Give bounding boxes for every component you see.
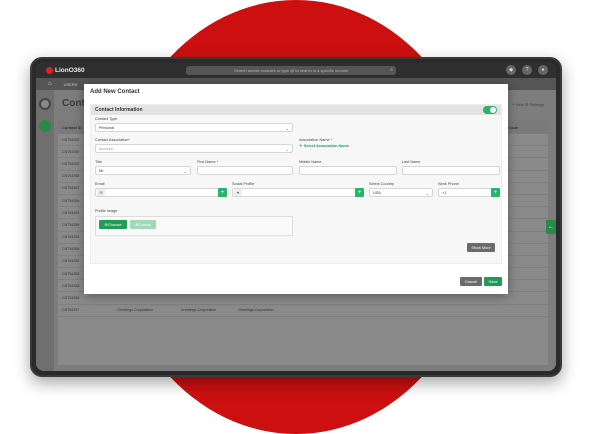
help-icon[interactable]: ? [522, 65, 532, 75]
profile-image-upload: ⊕ Choose ⊗ Cancel [95, 216, 293, 236]
email-input[interactable]: ✉ + [95, 188, 227, 197]
app-logo: LionO360 [46, 67, 85, 74]
social-profile-label: Social Profile [232, 182, 255, 186]
cancel-image-button[interactable]: ⊗ Cancel [130, 220, 156, 229]
nav-item-users[interactable]: USERS [64, 82, 78, 87]
chevron-down-icon: ⌄ [425, 190, 429, 196]
logo-icon [46, 67, 53, 74]
arrow-left-icon[interactable]: ← [546, 220, 556, 234]
section-header[interactable]: Contact Information [91, 105, 501, 115]
add-social-profile-button[interactable]: + [355, 188, 364, 197]
middle-name-input[interactable] [299, 166, 397, 175]
page-actions[interactable]: + New ⚙ Settings [512, 102, 544, 107]
table-row[interactable]: CNT54357 Greetings Corporation Greetings… [58, 305, 548, 317]
title-label: Title [95, 160, 103, 164]
country-select[interactable]: USA ⌄ [369, 188, 433, 197]
add-work-phone-button[interactable]: + [491, 188, 500, 197]
social-icon: ♥ [234, 189, 242, 196]
chevron-down-icon: ⌄ [183, 168, 187, 174]
add-email-button[interactable]: + [218, 188, 227, 197]
topbar-icons: ◆ ? ● [506, 65, 548, 75]
title-select[interactable]: Mr ⌄ [95, 166, 191, 175]
association-name-label: Association Name * [299, 138, 333, 142]
add-contact-modal: Add New Contact Contact Information Cont… [84, 84, 508, 294]
search-icon: ⌕ [390, 67, 393, 73]
middle-name-label: Middle Name [299, 160, 322, 164]
first-name-label: First Name * [197, 160, 219, 164]
modal-title: Add New Contact [90, 89, 140, 95]
first-name-input[interactable] [197, 166, 293, 175]
work-phone-label: Work Phone [438, 182, 459, 186]
module-icon[interactable] [39, 120, 51, 132]
contact-association-label: Contact Association* [95, 138, 130, 142]
table-row[interactable]: CNT54358 [58, 292, 548, 305]
home-icon[interactable]: ⌂ [48, 81, 52, 87]
contact-type-label: Contact Type [95, 117, 118, 121]
work-phone-input[interactable]: +1 + [438, 188, 500, 197]
choose-image-button[interactable]: ⊕ Choose [99, 220, 127, 229]
social-profile-input[interactable]: ♥ + [232, 188, 364, 197]
select-association-name-link[interactable]: ＋ Select Association Name [299, 144, 349, 149]
last-name-input[interactable] [402, 166, 500, 175]
chevron-down-icon: ⌄ [285, 146, 289, 152]
sidebar [36, 90, 54, 371]
contact-type-select[interactable]: Personal ⌄ [95, 123, 293, 132]
mail-icon: ✉ [97, 189, 105, 196]
cancel-button[interactable]: Cancel [460, 277, 482, 286]
chevron-down-icon: ⌄ [285, 125, 289, 131]
show-more-button[interactable]: Show More [467, 243, 495, 252]
gear-icon[interactable] [39, 98, 51, 110]
global-search-input[interactable]: Search across modules or type @ to searc… [186, 66, 396, 75]
contact-association-select[interactable]: Account ⌄ [95, 144, 293, 153]
notification-icon[interactable]: ◆ [506, 65, 516, 75]
section-toggle[interactable] [483, 106, 497, 114]
last-name-label: Last Name [402, 160, 421, 164]
select-country-label: Select Country [369, 182, 394, 186]
modal-body: Contact Information Contact Type Persona… [90, 104, 502, 264]
profile-image-label: Profile Image [95, 209, 118, 213]
top-bar: LionO360 Search across modules or type @… [36, 63, 556, 78]
email-label: Email [95, 182, 105, 186]
avatar[interactable]: ● [538, 65, 548, 75]
save-button[interactable]: Save [484, 277, 502, 286]
